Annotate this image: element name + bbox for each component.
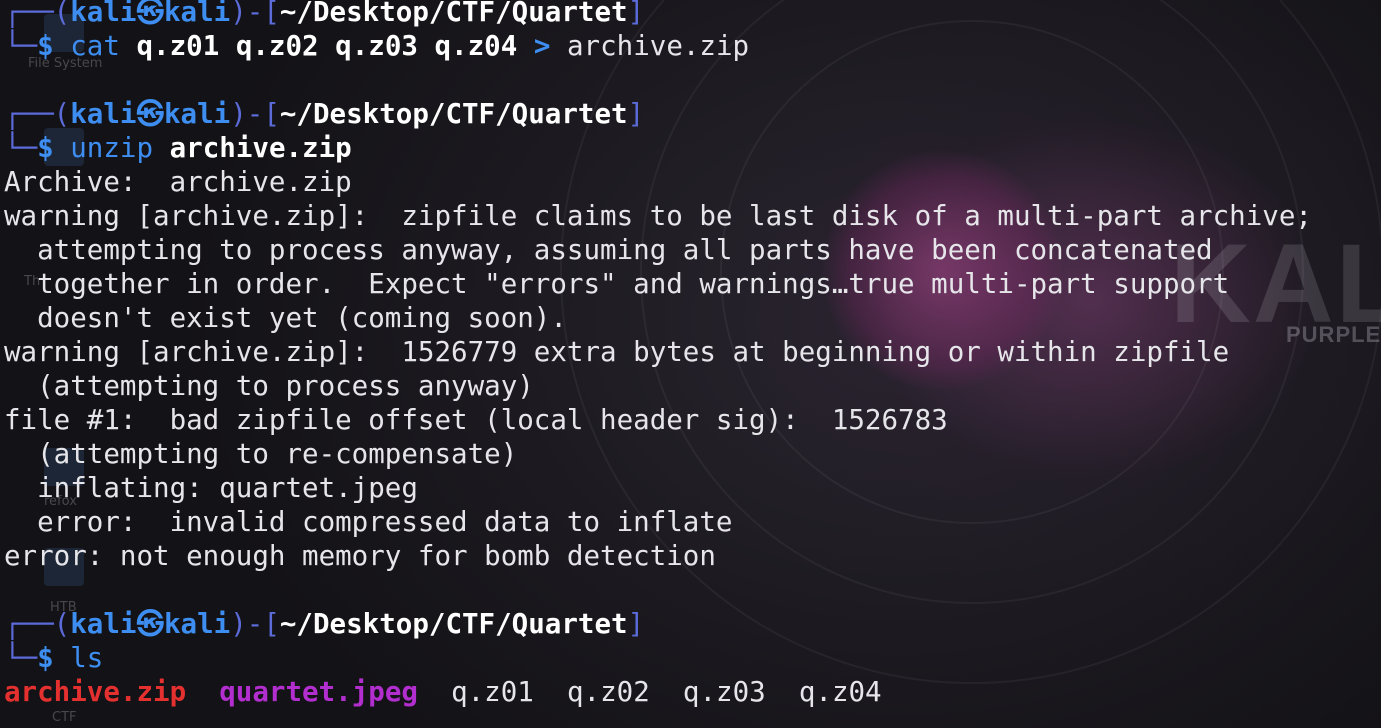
prompt-host: kali: [163, 608, 231, 640]
command-name: unzip: [70, 132, 154, 164]
prompt-line: ┌──(kali㉿kali)-[~/Desktop/CTF/Quartet]: [4, 608, 645, 640]
prompt-user: kali: [70, 0, 137, 28]
kali-skull-icon: ㉿: [136, 98, 164, 130]
output-line: error: invalid compressed data to inflat…: [4, 506, 733, 538]
redirect-target: archive.zip: [566, 30, 750, 62]
prompt-user: kali: [70, 98, 137, 130]
ls-entry: q.z01: [451, 676, 534, 708]
command-name: ls: [70, 642, 104, 674]
output-line: attempting to process anyway, assuming a…: [4, 234, 1213, 266]
redirect-operator: >: [533, 30, 551, 62]
command-line: └─$ cat q.z01 q.z02 q.z03 q.z04 > archiv…: [4, 30, 750, 62]
command-line: └─$ ls: [4, 642, 104, 674]
kali-skull-icon: ㉿: [136, 608, 164, 640]
terminal-output[interactable]: ┌──(kali㉿kali)-[~/Desktop/CTF/Quartet] └…: [0, 0, 1381, 728]
prompt-line: ┌──(kali㉿kali)-[~/Desktop/CTF/Quartet]: [4, 98, 645, 130]
ls-output-line: archive.zip quartet.jpeg q.z01 q.z02 q.z…: [4, 675, 882, 709]
output-line: inflating: quartet.jpeg: [4, 472, 418, 504]
output-line: file #1: bad zipfile offset (local heade…: [4, 404, 948, 436]
output-line: warning [archive.zip]: zipfile claims to…: [4, 200, 1312, 232]
ls-entry-image: quartet.jpeg: [219, 676, 418, 708]
output-line: Archive: archive.zip: [4, 166, 352, 198]
prompt-path: ~/Desktop/CTF/Quartet: [279, 0, 628, 28]
ls-entry: q.z04: [798, 676, 882, 708]
command-name: cat: [70, 30, 120, 62]
kali-skull-icon: ㉿: [136, 0, 164, 28]
prompt-host: kali: [163, 0, 231, 28]
ls-entry: q.z02: [566, 676, 650, 708]
output-line: warning [archive.zip]: 1526779 extra byt…: [4, 336, 1230, 368]
ls-entry: q.z03: [682, 676, 766, 708]
prompt-line: ┌──(kali㉿kali)-[~/Desktop/CTF/Quartet]: [4, 0, 644, 29]
output-line: doesn't exist yet (coming soon).: [4, 302, 567, 334]
ls-entry-archive: archive.zip: [4, 676, 187, 708]
command-args: q.z01 q.z02 q.z03 q.z04: [136, 30, 518, 62]
output-line: together in order. Expect "errors" and w…: [4, 268, 1230, 300]
prompt-user: kali: [70, 608, 137, 640]
output-line: (attempting to re-compensate): [4, 438, 518, 470]
output-line: (attempting to process anyway): [4, 370, 534, 402]
command-args: archive.zip: [169, 132, 352, 164]
prompt-path: ~/Desktop/CTF/Quartet: [279, 608, 628, 640]
prompt-host: kali: [163, 98, 231, 130]
command-line: └─$ unzip archive.zip: [4, 132, 352, 164]
prompt-path: ~/Desktop/CTF/Quartet: [279, 98, 628, 130]
desktop-background: KALI PURPLE File System Th refox HTB CTF…: [0, 0, 1381, 728]
output-line: error: not enough memory for bomb detect…: [4, 540, 716, 572]
